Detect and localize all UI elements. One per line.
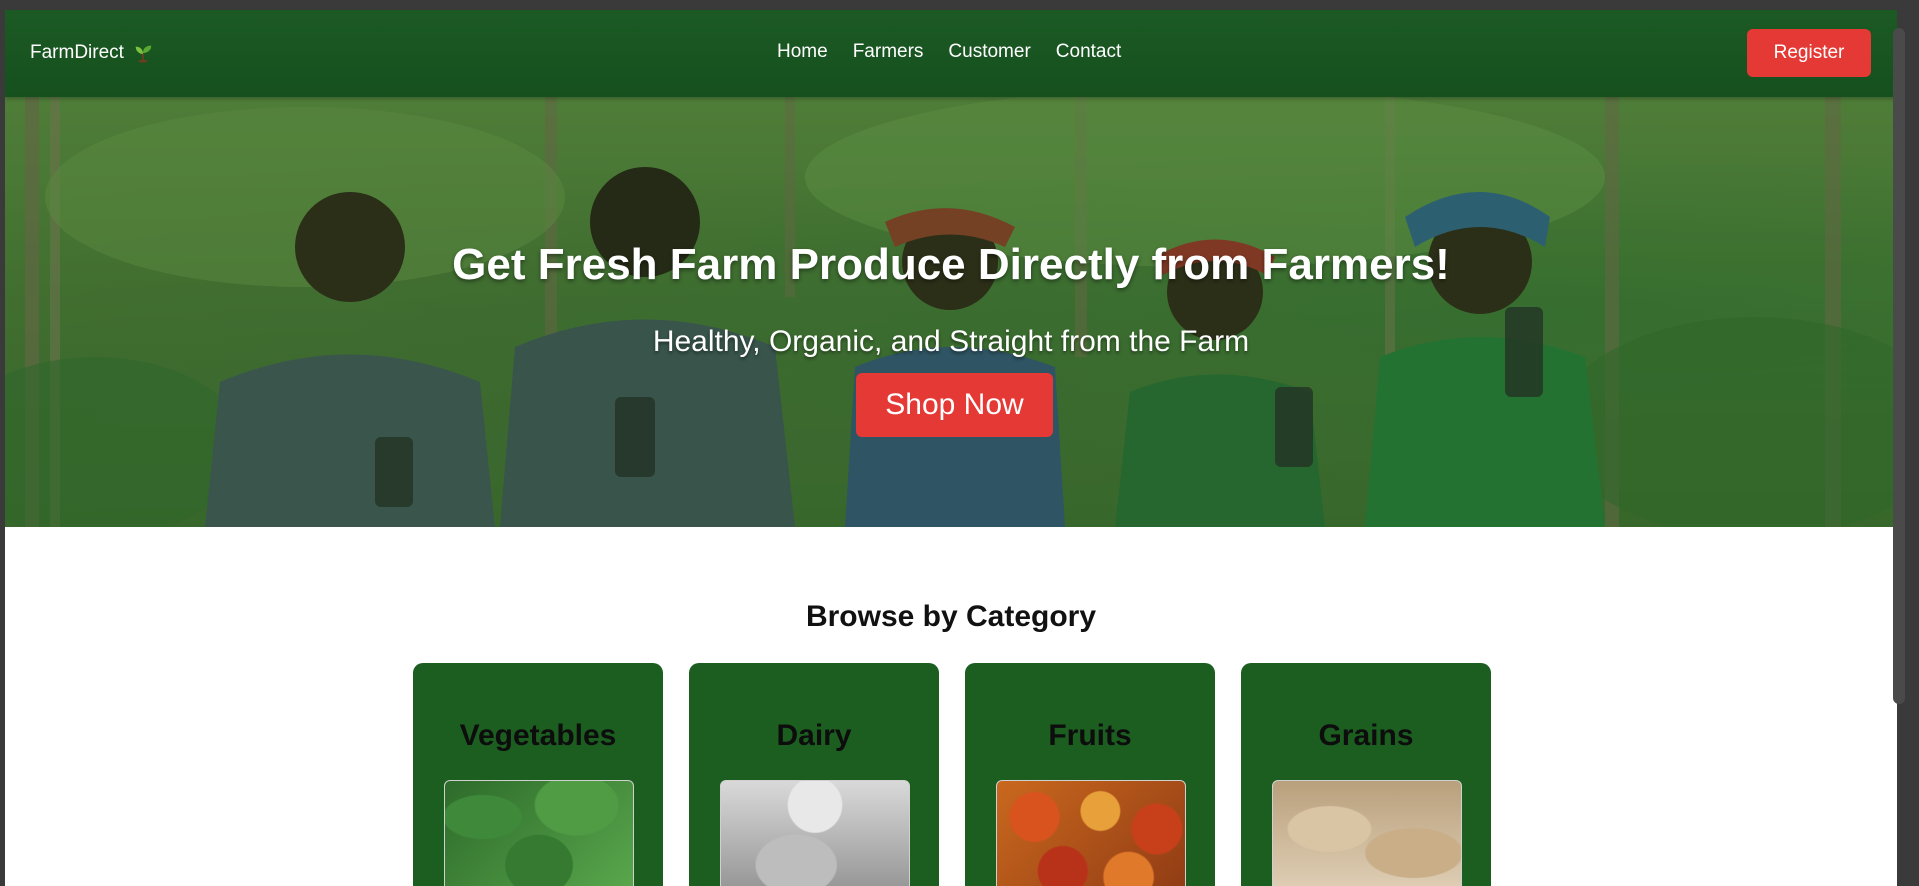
hero-title: Get Fresh Farm Produce Directly from Far… [452,240,1450,289]
register-button[interactable]: Register [1747,29,1871,77]
categories-title: Browse by Category [805,600,1097,633]
hero-overlay [5,97,1897,527]
category-card-fruits[interactable]: Fruits [965,663,1215,886]
vegetables-photo [444,780,634,886]
navbar: FarmDirect Home Farmers Customer Contact… [5,10,1897,97]
category-card-dairy[interactable]: Dairy [689,663,939,886]
scrollbar[interactable] [1893,28,1905,704]
dairy-photo [720,780,910,886]
category-card-vegetables[interactable]: Vegetables [413,663,663,886]
fruits-photo [996,780,1186,886]
hero-subtitle: Healthy, Organic, and Straight from the … [652,325,1250,358]
shop-now-button[interactable]: Shop Now [856,373,1053,437]
category-title: Grains [1318,719,1414,752]
category-title: Dairy [776,719,852,752]
category-title: Fruits [1048,719,1132,752]
category-card-grains[interactable]: Grains [1241,663,1491,886]
grains-photo [1272,780,1462,886]
seedling-icon [135,45,152,63]
nav-customer-link[interactable]: Customer [948,41,1030,63]
category-title: Vegetables [459,719,617,752]
main-nav: Home Farmers Customer Contact [777,41,1121,63]
category-cards: Vegetables Dairy Fruits Grains [413,663,1491,886]
brand-name: FarmDirect [30,42,124,63]
nav-contact-link[interactable]: Contact [1056,41,1121,63]
browser-viewport: FarmDirect Home Farmers Customer Contact… [5,10,1897,886]
brand-logo[interactable]: FarmDirect [30,42,154,64]
nav-home-link[interactable]: Home [777,41,828,63]
nav-farmers-link[interactable]: Farmers [853,41,924,63]
hero-banner: Get Fresh Farm Produce Directly from Far… [5,97,1897,527]
